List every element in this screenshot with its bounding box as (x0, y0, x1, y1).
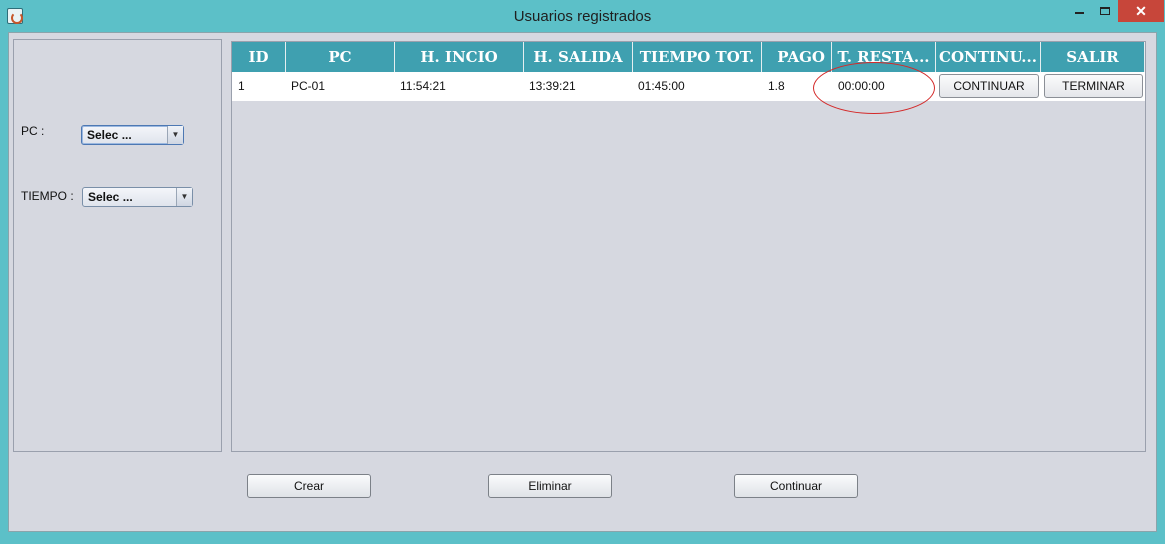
continuar-button[interactable]: Continuar (734, 474, 858, 498)
tiempo-label: TIEMPO : (21, 189, 74, 203)
pc-select-value: Selec ... (87, 128, 132, 142)
close-icon: ✕ (1135, 3, 1147, 19)
crear-button[interactable]: Crear (247, 474, 371, 498)
terminar-row-button[interactable]: TERMINAR (1044, 74, 1143, 98)
eliminar-button[interactable]: Eliminar (488, 474, 612, 498)
cell-h-inicio: 11:54:21 (400, 79, 446, 93)
column-header-pago[interactable]: PAGO (762, 42, 832, 72)
maximize-icon (1100, 7, 1110, 15)
column-header-continuar[interactable]: CONTINU... (936, 42, 1041, 72)
tiempo-select-value: Selec ... (88, 190, 133, 204)
pc-select[interactable]: Selec ... ▼ (81, 125, 184, 145)
column-header-h-inicio[interactable]: H. INCIO (395, 42, 524, 72)
column-header-salir[interactable]: SALIR (1041, 42, 1145, 72)
table-header: ID PC H. INCIO H. SALIDA TIEMPO TOT. PAG… (232, 42, 1145, 72)
content-pane: PC : Selec ... ▼ TIEMPO : Selec ... ▼ ID… (8, 32, 1157, 532)
close-button[interactable]: ✕ (1118, 0, 1164, 22)
column-header-tiempo-tot[interactable]: TIEMPO TOT. (633, 42, 762, 72)
highlight-annotation (813, 62, 935, 114)
pc-label: PC : (21, 124, 45, 138)
window-title: Usuarios registrados (513, 8, 652, 25)
chevron-down-icon[interactable]: ▼ (167, 126, 183, 144)
app-window: Usuarios registrados ✕ PC : Selec ... ▼ … (0, 0, 1165, 544)
minimize-icon (1074, 12, 1084, 14)
chevron-down-icon[interactable]: ▼ (176, 188, 192, 206)
cell-h-salida: 13:39:21 (529, 79, 576, 93)
column-header-id[interactable]: ID (232, 42, 286, 72)
cell-tiempo-tot: 01:45:00 (638, 79, 685, 93)
minimize-button[interactable] (1066, 0, 1092, 22)
filter-panel: PC : Selec ... ▼ TIEMPO : Selec ... ▼ (13, 39, 222, 452)
cell-id: 1 (238, 79, 245, 93)
users-table: ID PC H. INCIO H. SALIDA TIEMPO TOT. PAG… (231, 41, 1146, 452)
cell-pc: PC-01 (291, 79, 326, 93)
continuar-row-button[interactable]: CONTINUAR (939, 74, 1039, 98)
maximize-button[interactable] (1092, 0, 1118, 22)
column-header-pc[interactable]: PC (286, 42, 395, 72)
title-bar[interactable]: Usuarios registrados ✕ (0, 0, 1165, 32)
cell-pago: 1.8 (768, 79, 785, 93)
tiempo-select[interactable]: Selec ... ▼ (82, 187, 193, 207)
table-row[interactable]: 1 PC-01 11:54:21 13:39:21 01:45:00 1.8 0… (232, 72, 1145, 101)
column-header-h-salida[interactable]: H. SALIDA (524, 42, 633, 72)
